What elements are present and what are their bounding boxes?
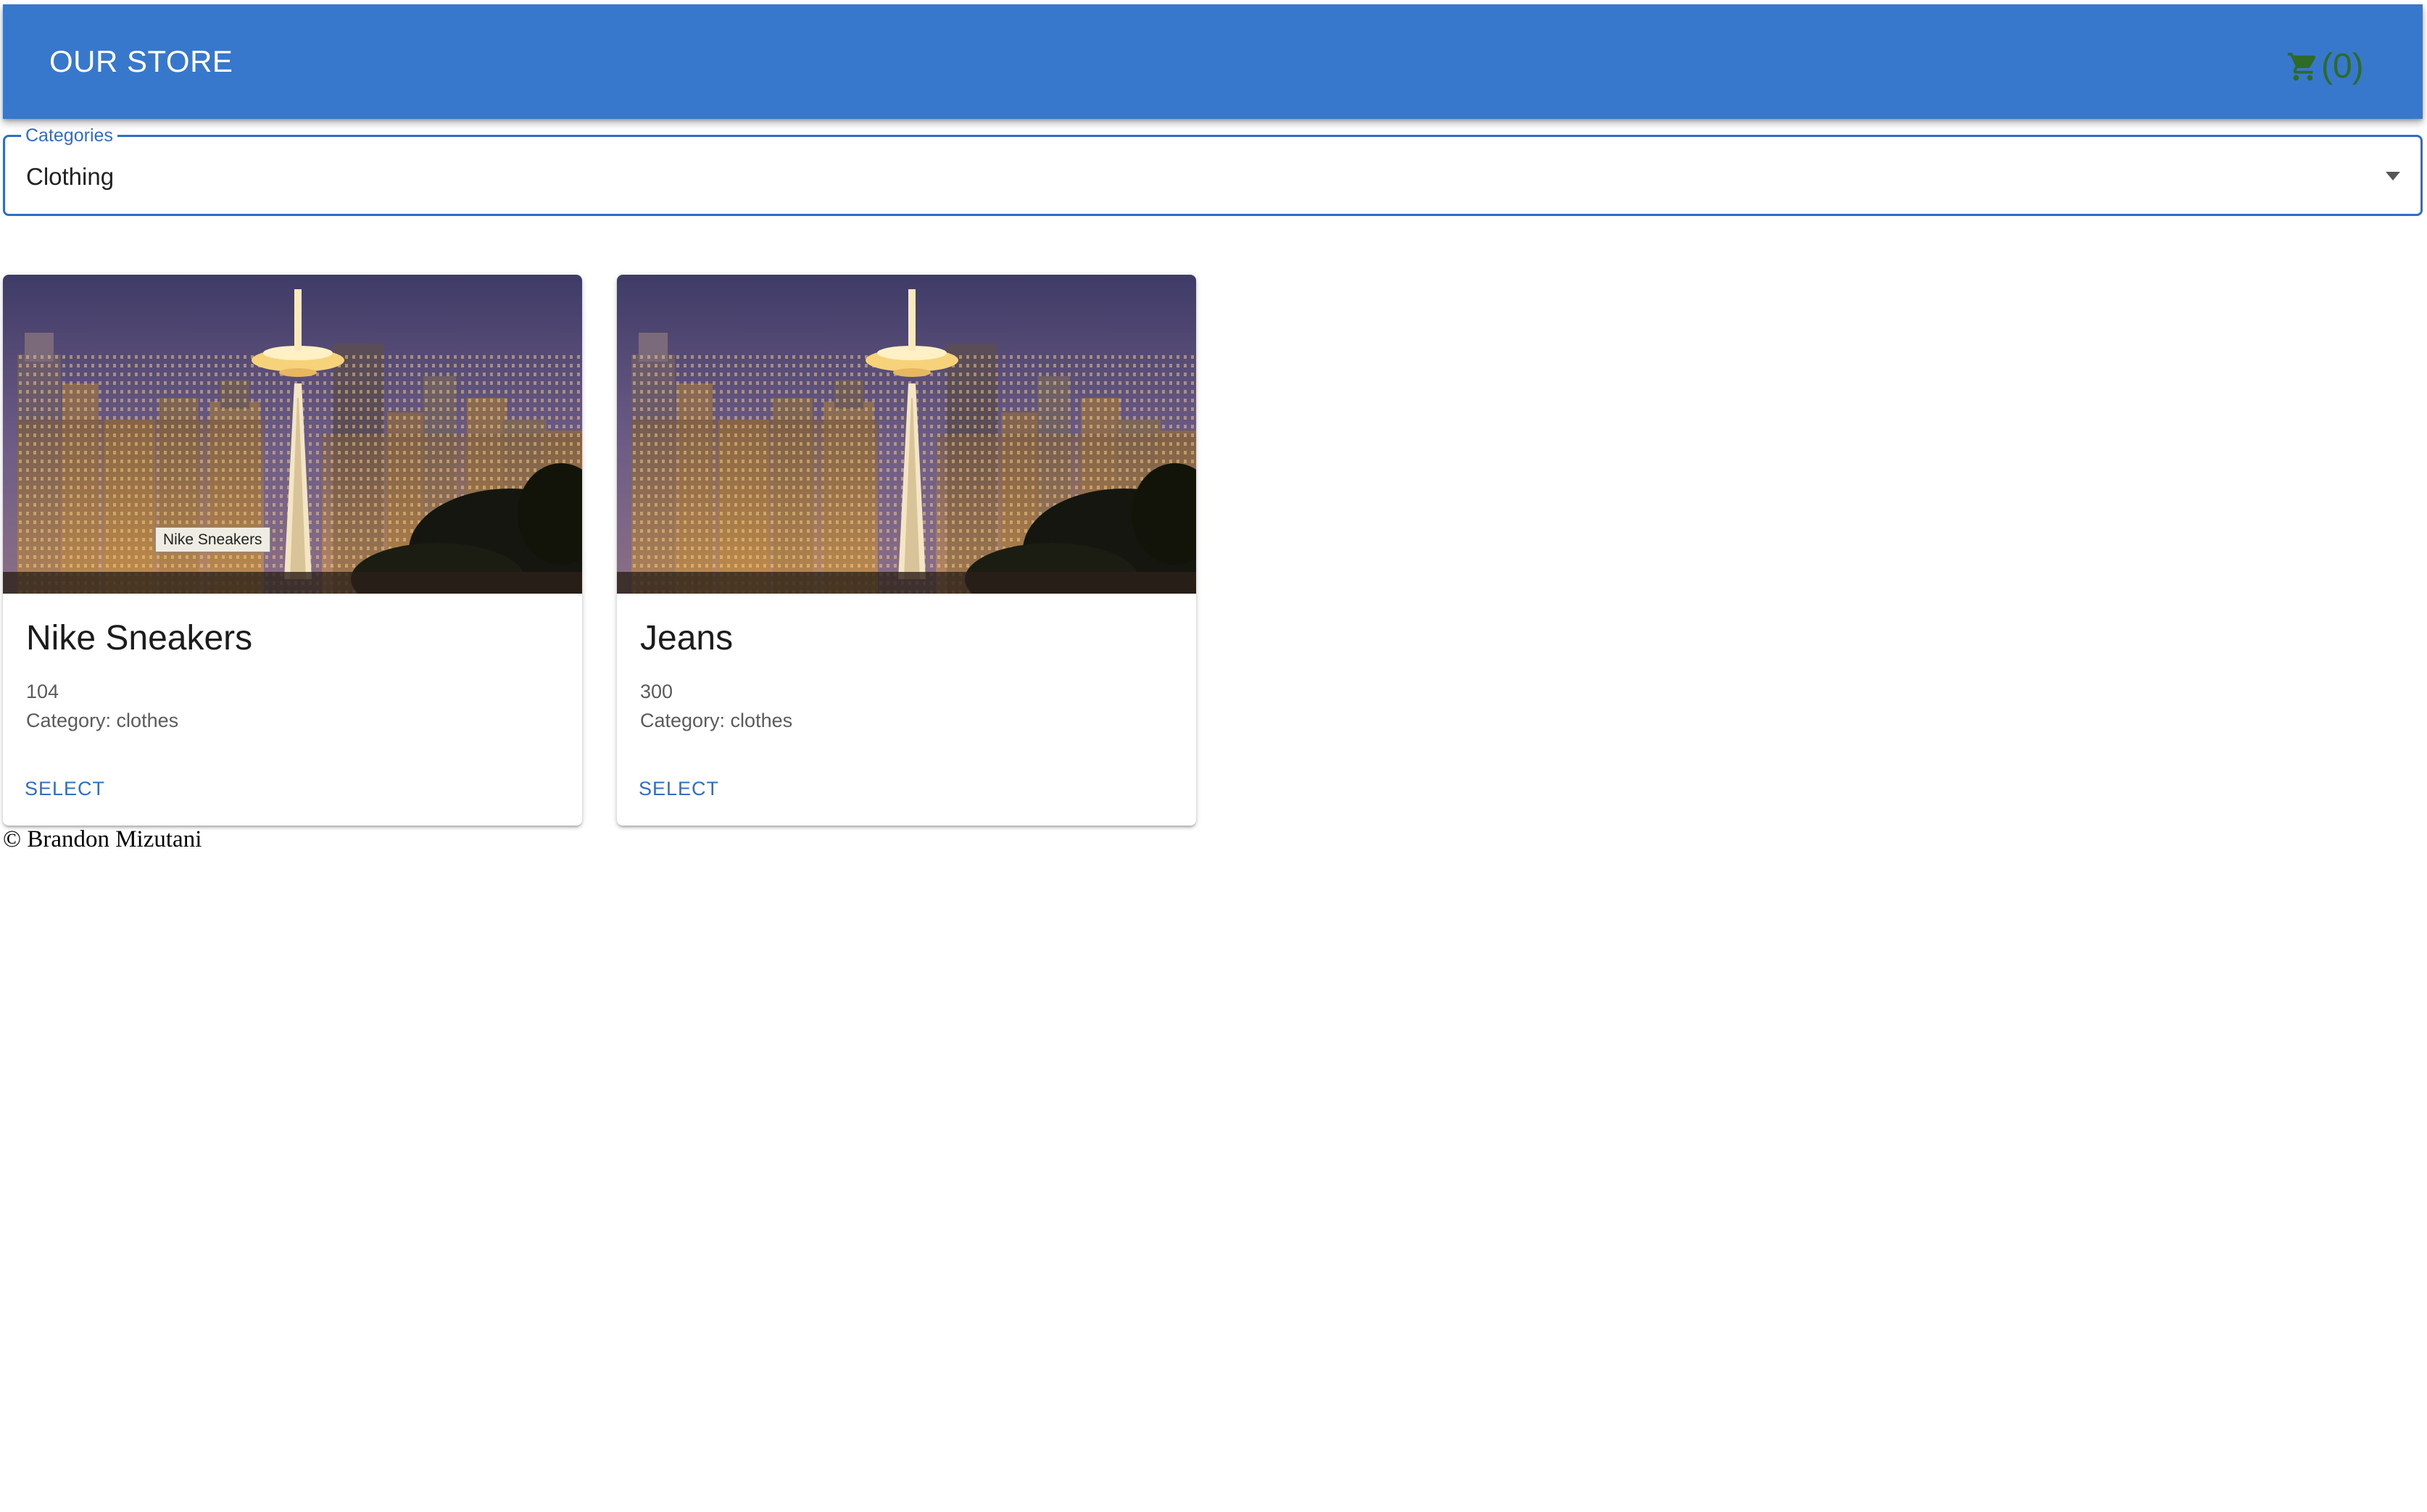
select-button[interactable]: SELECT xyxy=(14,775,115,803)
product-card: Nike Sneakers Nike Sneakers 104 Category… xyxy=(3,275,582,826)
categories-label: Categories xyxy=(21,126,117,145)
product-card: Jeans 300 Category: clothes SELECT xyxy=(617,275,1196,826)
app-bar: OUR STORE (0) xyxy=(3,4,2423,119)
product-title: Nike Sneakers xyxy=(26,619,253,657)
cart-count: (0) xyxy=(2321,47,2364,86)
product-price: 300 xyxy=(640,681,673,702)
selected-category: Clothing xyxy=(26,163,115,190)
product-category: Category: clothes xyxy=(26,710,179,731)
image-tooltip: Nike Sneakers xyxy=(155,527,270,552)
copyright-footer: © Brandon Mizutani xyxy=(3,826,202,852)
cart-button[interactable]: (0) xyxy=(2286,39,2364,94)
dropdown-arrow-icon xyxy=(2386,172,2400,180)
product-category: Category: clothes xyxy=(640,710,793,731)
select-button[interactable]: SELECT xyxy=(628,775,729,803)
product-title: Jeans xyxy=(640,619,734,657)
product-image xyxy=(617,275,1196,594)
product-image xyxy=(3,275,582,594)
product-price: 104 xyxy=(26,681,59,702)
shopping-cart-icon xyxy=(2287,52,2316,81)
store-title: OUR STORE xyxy=(49,44,233,78)
categories-select[interactable]: Categories Clothing xyxy=(3,126,2423,216)
